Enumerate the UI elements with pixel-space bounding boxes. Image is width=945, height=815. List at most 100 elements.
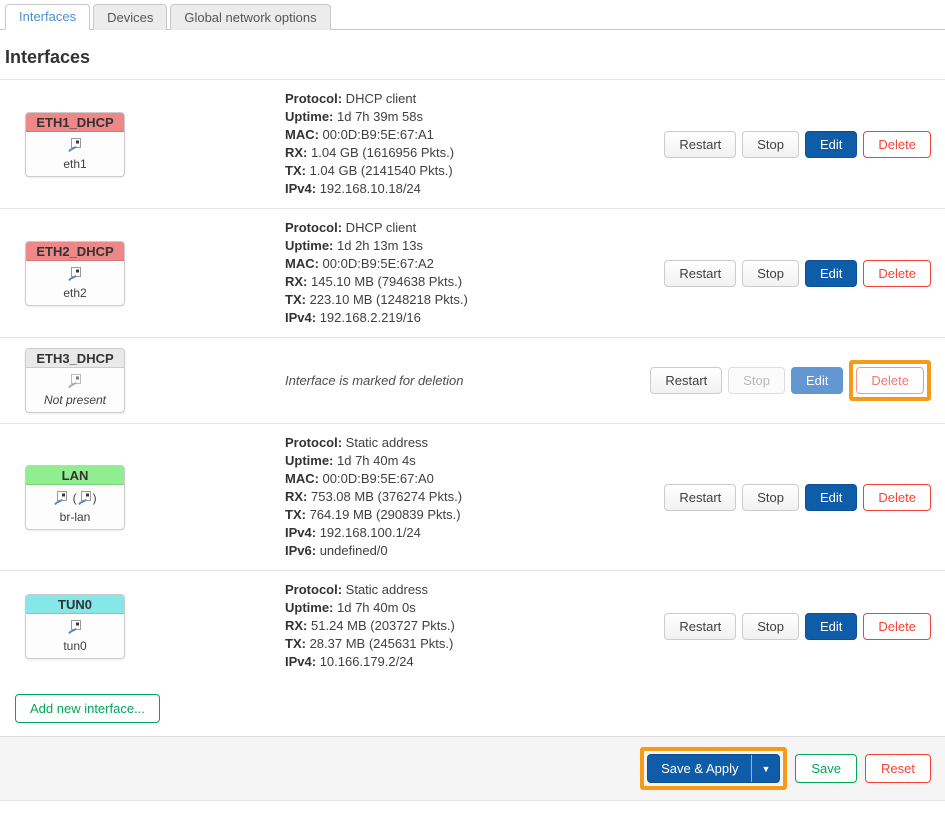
delete-button[interactable]: Delete: [863, 613, 931, 640]
detail-label: RX:: [285, 145, 307, 160]
stop-button[interactable]: Stop: [742, 484, 799, 511]
interface-detail-line: IPv4: 192.168.2.219/16: [285, 309, 664, 327]
interface-detail-line: TX: 28.37 MB (245631 Pkts.): [285, 635, 664, 653]
delete-button[interactable]: Delete: [856, 367, 924, 394]
paren-close: ): [93, 491, 97, 505]
ethernet-icon: [67, 138, 83, 153]
detail-label: Uptime:: [285, 600, 333, 615]
interface-detail-line: Uptime: 1d 2h 13m 13s: [285, 237, 664, 255]
interface-detail-line: Protocol: DHCP client: [285, 90, 664, 108]
interface-detail-line: IPv4: 192.168.100.1/24: [285, 524, 664, 542]
interface-details: Protocol: Static addressUptime: 1d 7h 40…: [285, 581, 664, 671]
interface-icons: (): [29, 491, 121, 508]
stop-button[interactable]: Stop: [742, 260, 799, 287]
interface-actions: RestartStopEditDelete: [664, 131, 931, 158]
detail-label: TX:: [285, 163, 306, 178]
edit-button[interactable]: Edit: [805, 484, 857, 511]
interface-icons: [29, 267, 121, 284]
interface-row: TUN0tun0 Protocol: Static addressUptime: …: [0, 571, 945, 681]
save-button[interactable]: Save: [795, 754, 857, 783]
edit-button[interactable]: Edit: [805, 260, 857, 287]
add-interface-button[interactable]: Add new interface...: [15, 694, 160, 723]
delete-button[interactable]: Delete: [863, 484, 931, 511]
detail-label: TX:: [285, 636, 306, 651]
edit-button[interactable]: Edit: [791, 367, 843, 394]
device-label: eth1: [29, 157, 121, 171]
interface-actions: RestartStopEditDelete: [664, 260, 931, 287]
save-apply-button[interactable]: Save & Apply: [648, 755, 751, 782]
interface-row: ETH1_DHCP eth1 Protocol: DHCP clientUptime…: [0, 80, 945, 209]
stop-button[interactable]: Stop: [742, 613, 799, 640]
restart-button[interactable]: Restart: [664, 131, 736, 158]
save-apply-dropdown[interactable]: ▼: [751, 755, 779, 782]
delete-button[interactable]: Delete: [863, 260, 931, 287]
chevron-down-icon: ▼: [761, 764, 770, 774]
interface-badge-cell: ETH2_DHCP eth2: [25, 241, 285, 306]
edit-button[interactable]: Edit: [805, 613, 857, 640]
interface-badge-cell: TUN0tun0: [25, 594, 285, 659]
device-label: tun0: [29, 639, 121, 653]
action-bar: Save & Apply ▼ Save Reset: [0, 736, 945, 801]
interface-detail-line: TX: 223.10 MB (1248218 Pkts.): [285, 291, 664, 309]
interface-actions: RestartStopEditDelete: [664, 613, 931, 640]
interface-detail-line: MAC: 00:0D:B9:5E:67:A0: [285, 470, 664, 488]
restart-button[interactable]: Restart: [664, 260, 736, 287]
interface-row: LAN () br-lan Protocol: Static addressUpti…: [0, 424, 945, 571]
device-label: Not present: [29, 393, 121, 407]
interface-detail-line: Protocol: DHCP client: [285, 219, 664, 237]
device-label: br-lan: [29, 510, 121, 524]
interface-badge[interactable]: ETH3_DHCP Not present: [25, 348, 125, 413]
interface-detail-line: TX: 1.04 GB (2141540 Pkts.): [285, 162, 664, 180]
interface-name: ETH1_DHCP: [26, 113, 124, 132]
detail-label: IPv4:: [285, 654, 316, 669]
interface-badge[interactable]: TUN0tun0: [25, 594, 125, 659]
interface-name: ETH3_DHCP: [26, 349, 124, 368]
interface-detail-line: IPv6: undefined/0: [285, 542, 664, 560]
interface-detail-line: IPv4: 192.168.10.18/24: [285, 180, 664, 198]
interface-detail-line: MAC: 00:0D:B9:5E:67:A2: [285, 255, 664, 273]
interface-badge-cell: ETH3_DHCP Not present: [25, 348, 285, 413]
edit-button[interactable]: Edit: [805, 131, 857, 158]
interface-badge-cell: LAN () br-lan: [25, 465, 285, 530]
interface-badge[interactable]: LAN () br-lan: [25, 465, 125, 530]
reset-button[interactable]: Reset: [865, 754, 931, 783]
interface-row: ETH2_DHCP eth2 Protocol: DHCP clientUptime…: [0, 209, 945, 338]
detail-label: Uptime:: [285, 453, 333, 468]
tab-bar: Interfaces Devices Global network option…: [0, 0, 945, 30]
interface-details: Protocol: DHCP clientUptime: 1d 7h 39m 5…: [285, 90, 664, 198]
detail-label: RX:: [285, 489, 307, 504]
interface-details: Protocol: DHCP clientUptime: 1d 2h 13m 1…: [285, 219, 664, 327]
detail-label: MAC:: [285, 127, 319, 142]
interface-badge[interactable]: ETH2_DHCP eth2: [25, 241, 125, 306]
interface-detail-line: Protocol: Static address: [285, 581, 664, 599]
detail-label: IPv4:: [285, 525, 316, 540]
tab-devices[interactable]: Devices: [93, 4, 167, 30]
delete-button[interactable]: Delete: [863, 131, 931, 158]
restart-button[interactable]: Restart: [664, 484, 736, 511]
ethernet-icon: [67, 374, 83, 389]
deletion-status: Interface is marked for deletion: [285, 373, 650, 388]
interface-detail-line: Protocol: Static address: [285, 434, 664, 452]
stop-button[interactable]: Stop: [728, 367, 785, 394]
ethernet-icon: [67, 620, 83, 635]
interface-detail-line: TX: 764.19 MB (290839 Pkts.): [285, 506, 664, 524]
restart-button[interactable]: Restart: [664, 613, 736, 640]
tab-global-network-options[interactable]: Global network options: [170, 4, 330, 30]
restart-button[interactable]: Restart: [650, 367, 722, 394]
detail-label: IPv4:: [285, 181, 316, 196]
detail-label: MAC:: [285, 471, 319, 486]
device-label: eth2: [29, 286, 121, 300]
interface-name: LAN: [26, 466, 124, 485]
interface-detail-line: MAC: 00:0D:B9:5E:67:A1: [285, 126, 664, 144]
interface-badge[interactable]: ETH1_DHCP eth1: [25, 112, 125, 177]
stop-button[interactable]: Stop: [742, 131, 799, 158]
interface-badge-cell: ETH1_DHCP eth1: [25, 112, 285, 177]
detail-label: Protocol:: [285, 582, 342, 597]
tab-interfaces[interactable]: Interfaces: [5, 4, 90, 30]
interface-name: ETH2_DHCP: [26, 242, 124, 261]
detail-label: MAC:: [285, 256, 319, 271]
detail-label: RX:: [285, 274, 307, 289]
interface-detail-line: Uptime: 1d 7h 40m 4s: [285, 452, 664, 470]
interface-actions: RestartStopEditDelete: [664, 484, 931, 511]
interface-detail-line: RX: 51.24 MB (203727 Pkts.): [285, 617, 664, 635]
